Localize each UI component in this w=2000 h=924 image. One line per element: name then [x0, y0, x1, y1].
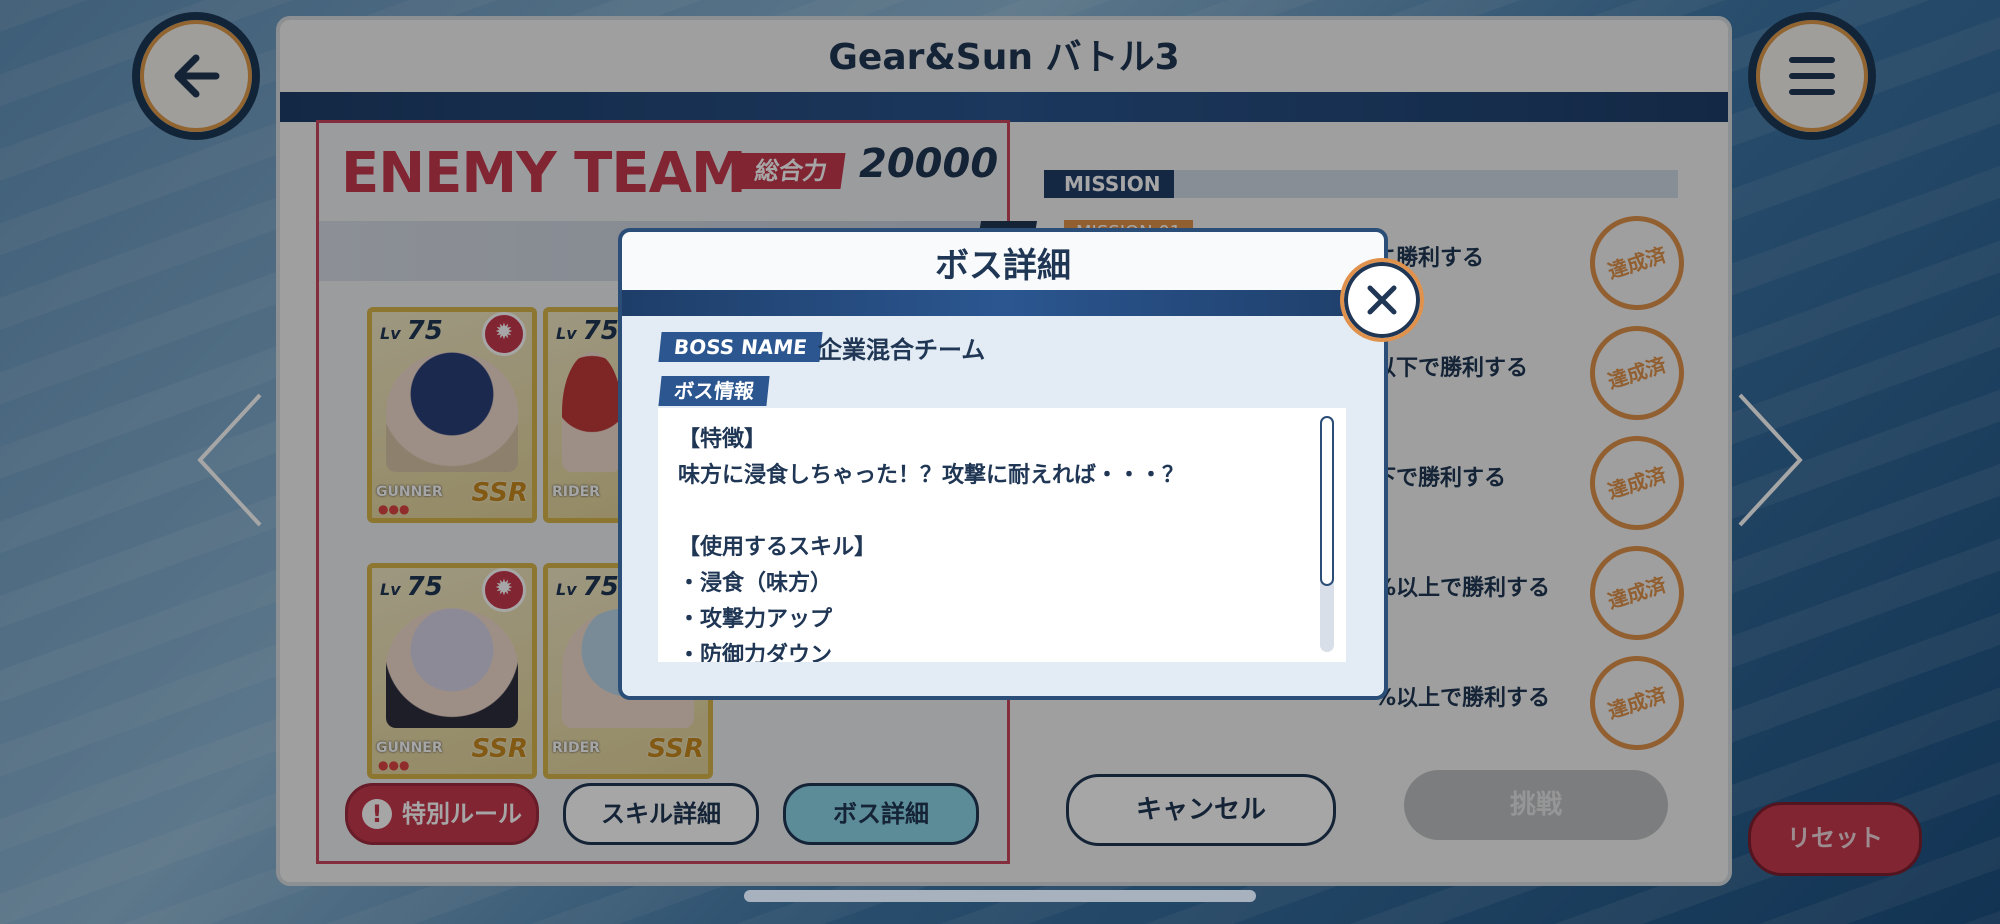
- boss-info-textbox[interactable]: 【特徴】 味方に浸食しちゃった！？攻撃に耐えれば・・・？ 【使用するスキル】 ・…: [658, 408, 1346, 662]
- home-indicator[interactable]: [744, 890, 1256, 902]
- boss-info-text: 【特徴】 味方に浸食しちゃった！？攻撃に耐えれば・・・？ 【使用するスキル】 ・…: [678, 427, 1185, 662]
- boss-info-scrollbar[interactable]: [1320, 416, 1334, 652]
- boss-info-label: ボス情報: [658, 376, 770, 406]
- close-button[interactable]: [1340, 258, 1424, 342]
- dialog-stripe: [622, 290, 1384, 316]
- boss-name-label: BOSS NAME: [658, 332, 823, 362]
- close-icon: [1367, 285, 1397, 315]
- dialog-title: ボス詳細: [935, 246, 1071, 286]
- scrollbar-thumb[interactable]: [1320, 416, 1334, 586]
- boss-name: 企業混合チーム: [818, 336, 986, 364]
